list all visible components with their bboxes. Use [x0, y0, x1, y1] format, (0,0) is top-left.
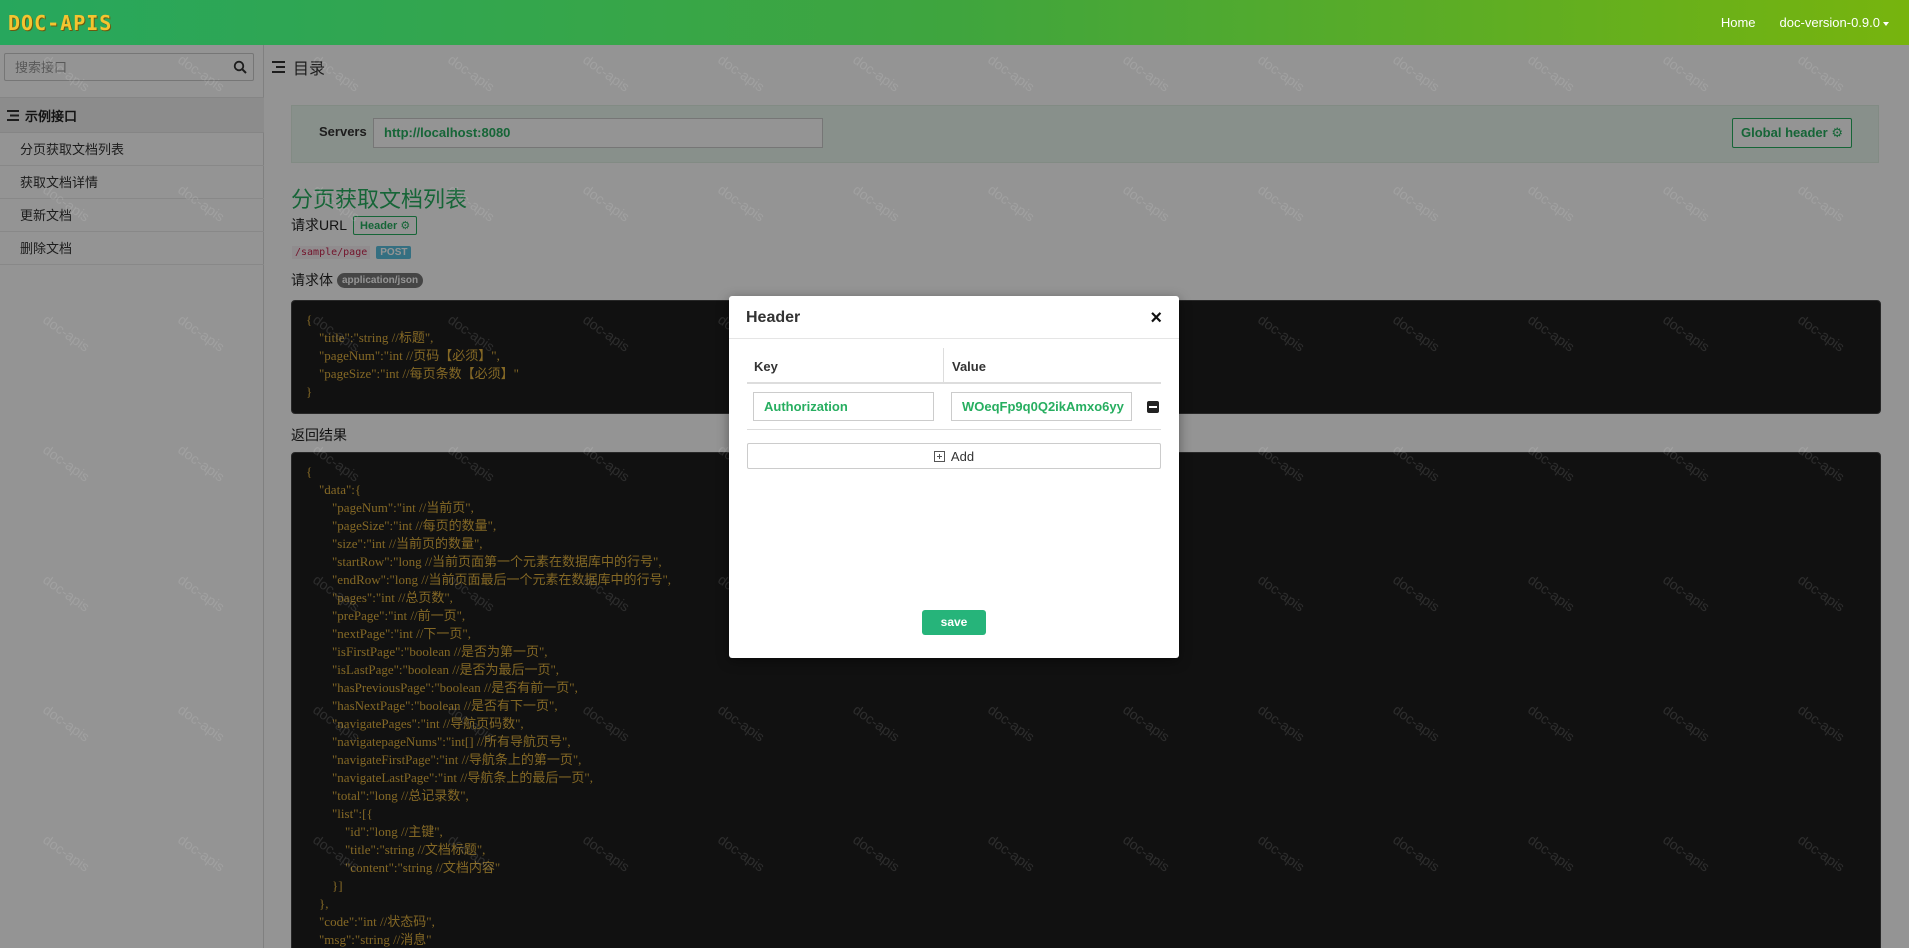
header-table-head: Key Value — [747, 348, 1161, 384]
modal-title: Header — [746, 309, 801, 326]
value-column-header: Value — [952, 359, 986, 374]
chevron-down-icon — [1883, 21, 1889, 26]
modal-divider — [729, 338, 1179, 339]
brand-logo[interactable]: DOC-APIS — [8, 11, 112, 35]
plus-square-icon — [933, 450, 945, 462]
navbar-right: Home doc-version-0.9.0 — [1721, 0, 1889, 45]
column-divider — [943, 348, 944, 384]
header-modal: Header × Key Value Authorization WOeqFp9… — [729, 296, 1179, 658]
close-icon[interactable]: × — [1150, 308, 1162, 328]
remove-row-icon[interactable] — [1147, 401, 1159, 413]
home-link[interactable]: Home — [1721, 15, 1756, 30]
version-label: doc-version-0.9.0 — [1779, 15, 1880, 30]
key-column-header: Key — [754, 359, 778, 374]
top-navbar: DOC-APIS Home doc-version-0.9.0 — [0, 0, 1909, 45]
header-table: Key Value Authorization WOeqFp9q0Q2ikAmx… — [747, 348, 1161, 430]
add-header-button[interactable]: Add — [747, 443, 1161, 469]
header-value-input[interactable]: WOeqFp9q0Q2ikAmxo6yy — [951, 392, 1132, 421]
add-label: Add — [950, 448, 975, 464]
header-key-input[interactable]: Authorization — [753, 392, 934, 421]
version-dropdown[interactable]: doc-version-0.9.0 — [1780, 15, 1889, 30]
table-row: Authorization WOeqFp9q0Q2ikAmxo6yy — [747, 384, 1161, 430]
save-button[interactable]: save — [922, 610, 986, 635]
